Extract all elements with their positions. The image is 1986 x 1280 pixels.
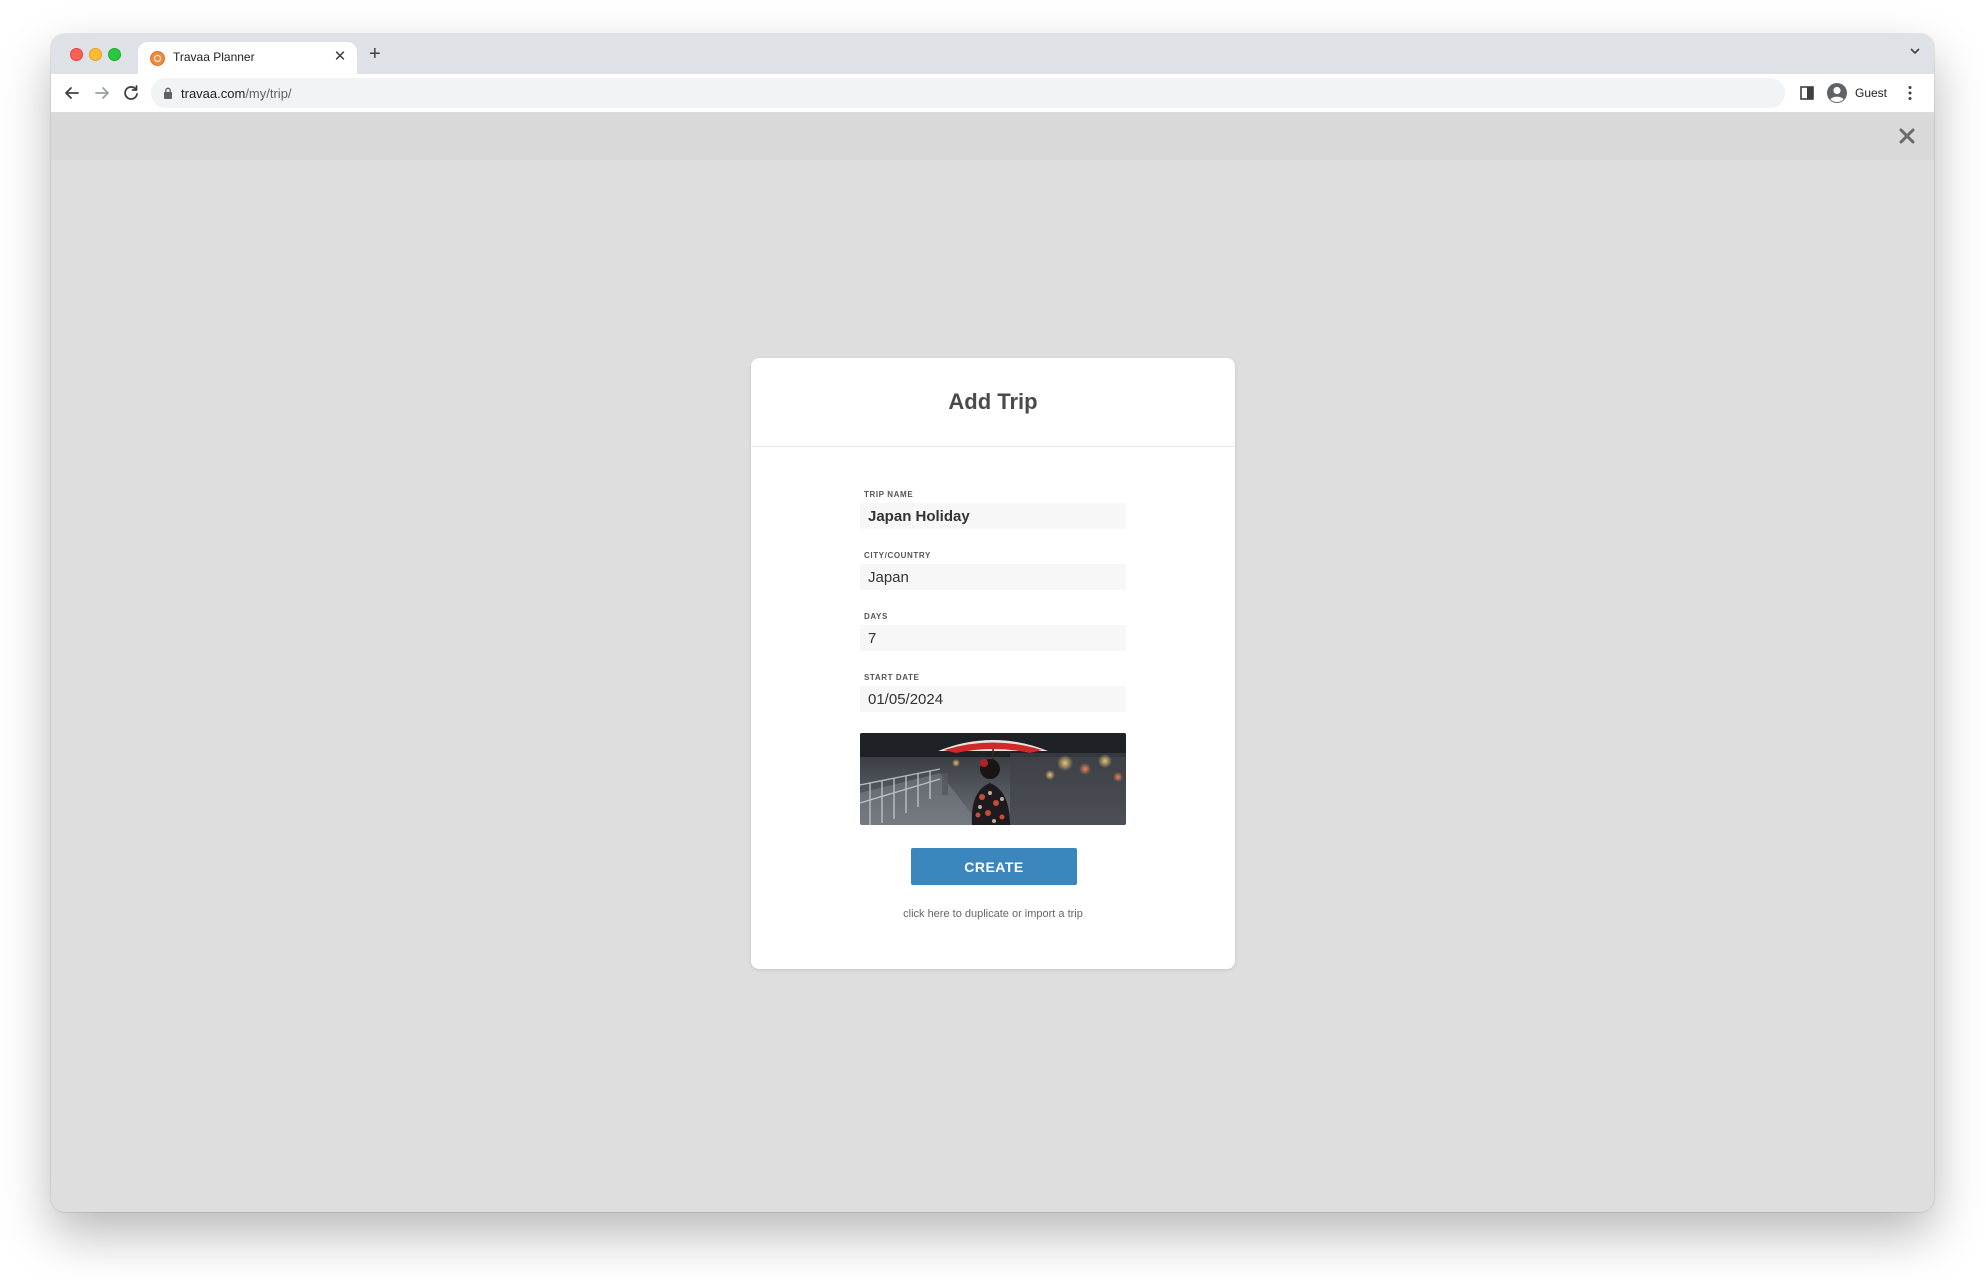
back-button[interactable] [61, 82, 83, 104]
forward-button[interactable] [91, 82, 113, 104]
address-bar[interactable]: travaa.com/my/trip/ [151, 78, 1785, 108]
reload-button[interactable] [120, 82, 142, 104]
travaa-logo-icon [150, 51, 165, 66]
start-date-input[interactable] [860, 686, 1126, 712]
trip-cover-photo [860, 733, 1126, 825]
new-tab-button[interactable]: + [369, 42, 381, 66]
side-panel-icon[interactable] [1800, 86, 1814, 100]
lock-icon[interactable] [163, 87, 173, 99]
days-field: DAYS [860, 612, 1126, 651]
modal-header: Add Trip [751, 358, 1235, 447]
days-input[interactable] [860, 625, 1126, 651]
start-date-field: START DATE [860, 673, 1126, 712]
days-label: DAYS [864, 612, 888, 621]
url-text: travaa.com/my/trip/ [181, 86, 292, 101]
duplicate-import-link[interactable]: click here to duplicate or import a trip [751, 908, 1235, 920]
kebab-menu-icon[interactable] [1908, 85, 1912, 101]
window-minimize-button[interactable] [89, 48, 102, 61]
tab-close-icon[interactable]: ✕ [331, 48, 349, 66]
city-country-label: CITY/COUNTRY [864, 551, 931, 560]
page-overlay: Add Trip TRIP NAME CITY/COUNTRY DAYS STA… [51, 113, 1934, 1212]
tab-title: Travaa Planner [173, 50, 255, 64]
create-button[interactable]: CREATE [911, 848, 1077, 885]
trip-name-field: TRIP NAME [860, 490, 1126, 529]
url-path: /my/trip/ [245, 86, 292, 101]
window-maximize-button[interactable] [108, 48, 121, 61]
tab-travaa-planner[interactable]: Travaa Planner ✕ [138, 42, 357, 74]
modal-title: Add Trip [948, 389, 1038, 414]
profile-button[interactable]: Guest [1823, 79, 1898, 107]
browser-toolbar: travaa.com/my/trip/ Guest [51, 74, 1934, 113]
window-close-button[interactable] [70, 48, 83, 61]
close-icon[interactable] [1898, 127, 1916, 145]
trip-name-input[interactable] [860, 503, 1126, 529]
profile-label: Guest [1855, 86, 1888, 100]
overlay-top-band [51, 113, 1934, 160]
trip-name-label: TRIP NAME [864, 490, 914, 499]
browser-window: Travaa Planner ✕ + travaa.com/my/trip/ G… [51, 34, 1934, 1212]
tab-strip: Travaa Planner ✕ + [51, 34, 1934, 74]
city-country-field: CITY/COUNTRY [860, 551, 1126, 590]
city-country-input[interactable] [860, 564, 1126, 590]
trip-cover-image[interactable] [860, 733, 1126, 825]
start-date-label: START DATE [864, 673, 920, 682]
account-circle-icon [1827, 83, 1847, 103]
tab-search-chevron-icon[interactable] [1910, 46, 1920, 56]
url-host: travaa.com [181, 86, 246, 101]
add-trip-modal: Add Trip TRIP NAME CITY/COUNTRY DAYS STA… [751, 358, 1235, 969]
